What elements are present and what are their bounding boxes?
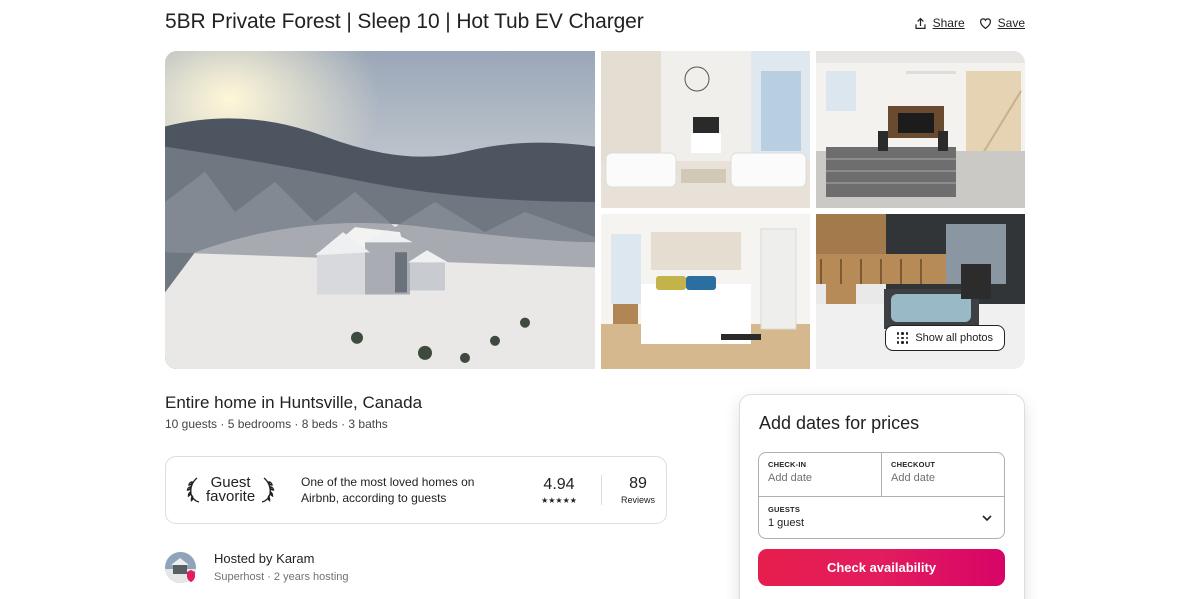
checkout-value: Add date bbox=[891, 472, 936, 484]
date-picker: CHECK-IN Add date CHECKOUT Add date GUES… bbox=[758, 452, 1005, 539]
badge-line-2: favorite bbox=[206, 488, 256, 505]
guest-favorite-text: Guest favorite bbox=[206, 475, 256, 505]
show-all-photos-label: Show all photos bbox=[915, 332, 993, 344]
booking-title: Add dates for prices bbox=[759, 413, 920, 433]
heart-icon bbox=[979, 17, 991, 29]
laurel-left-icon bbox=[186, 477, 200, 503]
checkin-label: CHECK-IN bbox=[768, 460, 807, 469]
checkin-field[interactable]: CHECK-IN Add date bbox=[759, 453, 882, 496]
listing-meta: 10 guests · 5 bedrooms · 8 beds · 3 bath… bbox=[165, 417, 388, 431]
photo-gallery: Show all photos bbox=[165, 51, 1025, 369]
guests-value: 1 guest bbox=[768, 517, 805, 529]
superhost-badge-icon bbox=[187, 570, 195, 582]
booking-card: Add dates for prices CHECK-IN Add date C… bbox=[739, 394, 1025, 599]
checkout-label: CHECKOUT bbox=[891, 460, 936, 469]
header-actions: Share Save bbox=[914, 16, 1025, 30]
host-name: Hosted by Karam bbox=[214, 551, 315, 566]
share-icon bbox=[915, 17, 926, 29]
living-room-photo[interactable] bbox=[601, 51, 810, 208]
reviews-label: Reviews bbox=[620, 495, 655, 505]
share-label: Share bbox=[932, 16, 965, 30]
guest-favorite-description: One of the most loved homes on Airbnb, a… bbox=[301, 475, 475, 505]
save-button[interactable]: Save bbox=[979, 16, 1025, 30]
listing-subtitle: Entire home in Huntsville, Canada bbox=[165, 393, 423, 412]
guests-select[interactable]: GUESTS 1 guest bbox=[759, 496, 1004, 538]
grid-dots-icon bbox=[896, 332, 909, 344]
star-rating-icon: ★★★★★ bbox=[541, 495, 577, 505]
game-room-photo[interactable] bbox=[816, 51, 1025, 208]
chevron-down-icon bbox=[982, 515, 992, 522]
guest-favorite-card[interactable]: Guest favorite One of the most loved hom… bbox=[165, 456, 667, 524]
snowy-house-aerial-photo[interactable] bbox=[165, 51, 595, 369]
rating-value: 4.94 bbox=[543, 475, 575, 493]
hot-tub-deck-photo[interactable]: Show all photos bbox=[816, 214, 1025, 369]
reviews-block[interactable]: 89 Reviews bbox=[614, 475, 662, 505]
guests-label: GUESTS bbox=[768, 505, 801, 514]
bedroom-photo[interactable] bbox=[601, 214, 810, 369]
save-label: Save bbox=[997, 16, 1025, 30]
show-all-photos-button[interactable]: Show all photos bbox=[884, 325, 1005, 351]
listing-title: 5BR Private Forest | Sleep 10 | Hot Tub … bbox=[165, 10, 644, 33]
guest-favorite-badge: Guest favorite bbox=[186, 475, 286, 505]
laurel-right-icon bbox=[262, 477, 275, 503]
checkout-field[interactable]: CHECKOUT Add date bbox=[882, 453, 1005, 496]
host-info: Hosted by Karam Superhost · 2 years host… bbox=[214, 551, 349, 583]
reviews-count: 89 bbox=[629, 475, 647, 492]
divider bbox=[601, 475, 602, 505]
check-availability-button[interactable]: Check availability bbox=[758, 549, 1005, 586]
rating-block: 4.94 ★★★★★ bbox=[529, 476, 589, 505]
host-details: Superhost · 2 years hosting bbox=[214, 571, 349, 583]
checkin-value: Add date bbox=[768, 472, 813, 484]
share-button[interactable]: Share bbox=[914, 16, 965, 30]
